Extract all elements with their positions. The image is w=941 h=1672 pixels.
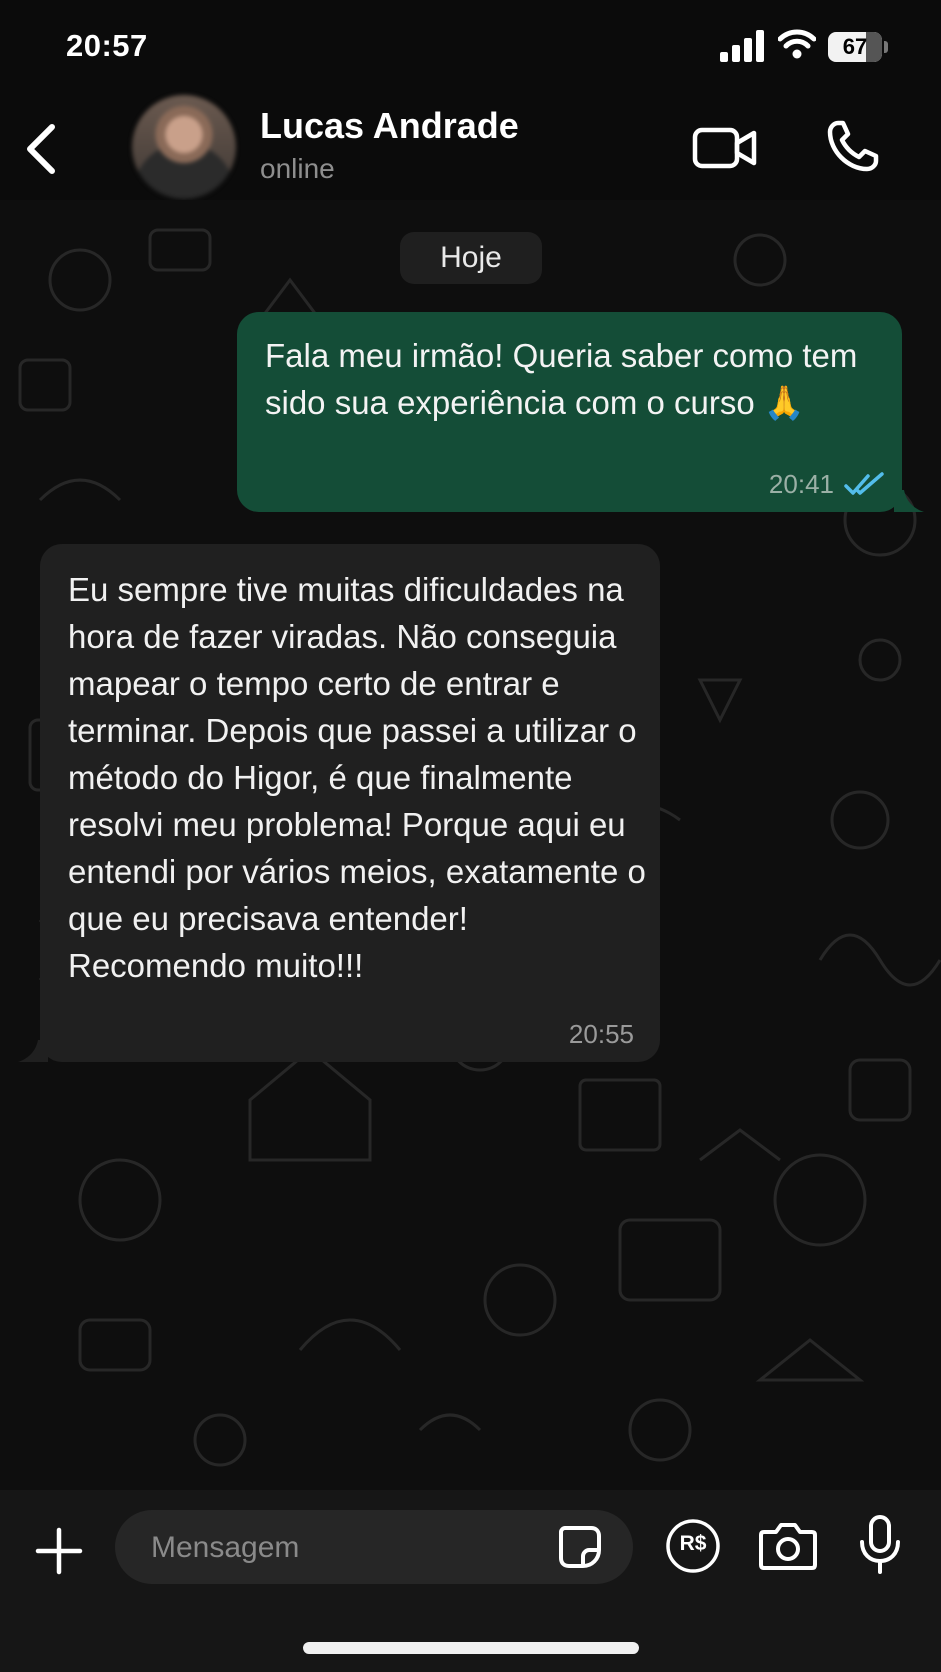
message-input[interactable] — [149, 1510, 553, 1586]
phone-icon[interactable] — [826, 119, 880, 173]
chat-header: Lucas Andrade online — [0, 95, 941, 200]
payment-icon[interactable]: R$ — [665, 1518, 721, 1574]
bubble-tail — [18, 1040, 48, 1062]
home-indicator[interactable] — [303, 1642, 639, 1654]
message-text: Eu sempre tive muitas dificuldades na ho… — [68, 571, 646, 984]
message-bubble-incoming[interactable]: Eu sempre tive muitas dificuldades na ho… — [18, 544, 660, 1062]
sticker-icon[interactable] — [557, 1524, 603, 1570]
chat-area[interactable]: Hoje Fala meu irmão! Queria saber como t… — [0, 200, 941, 1490]
message-time: 20:55 — [568, 1019, 634, 1049]
composer-bar: R$ — [0, 1490, 941, 1672]
contact-status: online — [260, 153, 335, 184]
wifi-icon — [778, 29, 816, 59]
date-chip: Hoje — [400, 232, 542, 284]
message-input-container[interactable] — [115, 1510, 633, 1586]
battery-icon: 67 — [828, 32, 888, 62]
status-time: 20:57 — [66, 28, 148, 63]
payment-label: R$ — [679, 1532, 707, 1555]
double-check-read-icon — [844, 471, 884, 495]
status-bar: 20:57 67 — [0, 0, 941, 95]
avatar[interactable] — [132, 95, 236, 199]
cellular-signal-icon — [720, 30, 764, 62]
message-bubble-outgoing[interactable]: Fala meu irmão! Queria saber como tem si… — [237, 312, 924, 512]
message-time: 20:41 — [768, 469, 834, 499]
message-text: Fala meu irmão! Queria saber como tem si… — [265, 337, 858, 421]
battery-level: 67 — [842, 34, 868, 59]
bubble-tail — [894, 490, 924, 512]
camera-icon[interactable] — [758, 1520, 818, 1572]
contact-name[interactable]: Lucas Andrade — [260, 105, 519, 147]
video-camera-icon[interactable] — [692, 123, 758, 173]
plus-icon[interactable] — [34, 1526, 84, 1576]
back-chevron-icon[interactable] — [22, 123, 62, 175]
message-meta: 20:41 — [769, 469, 884, 500]
microphone-icon[interactable] — [858, 1514, 902, 1576]
